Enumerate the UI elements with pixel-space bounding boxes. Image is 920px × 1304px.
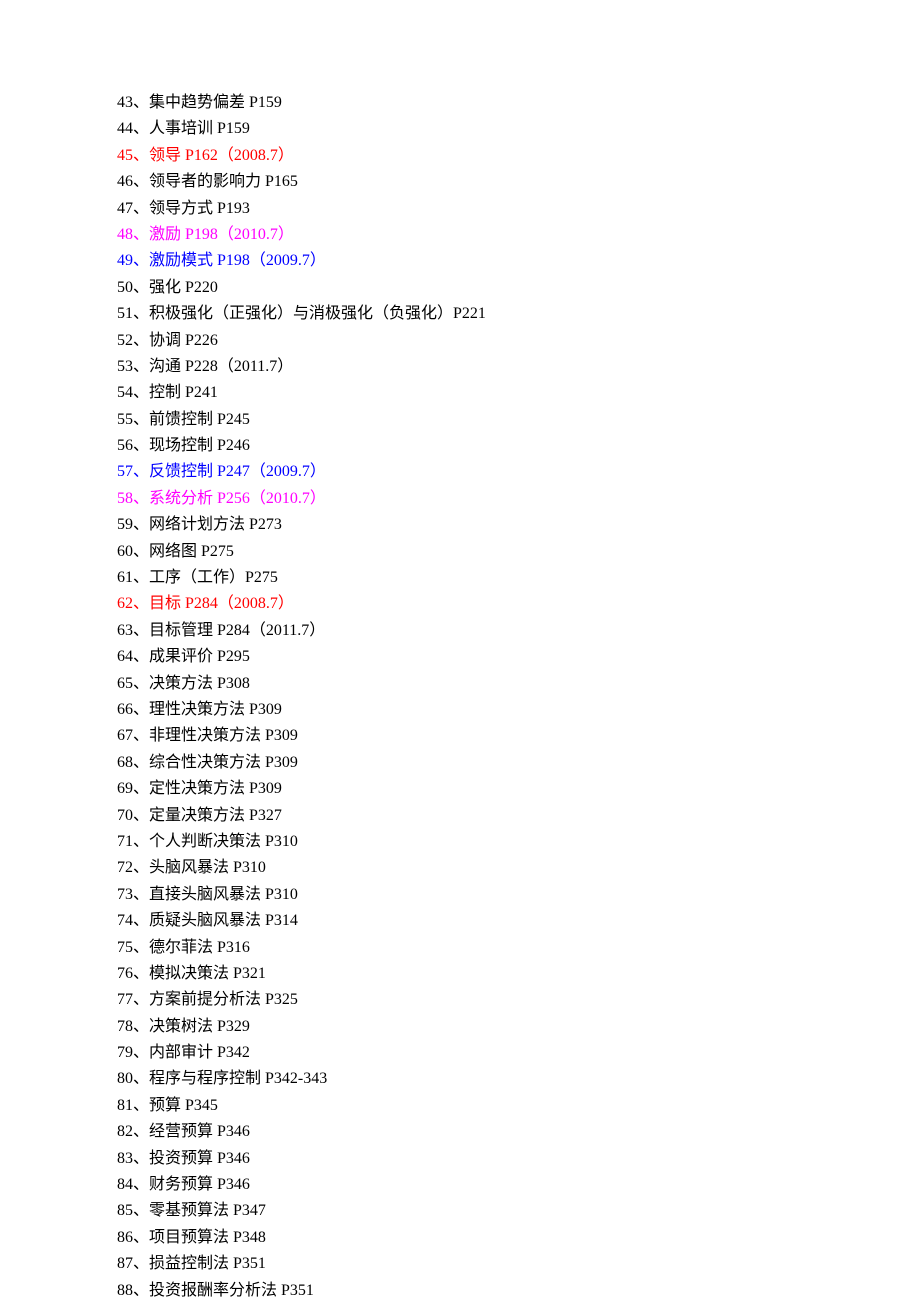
list-item: 59、网络计划方法 P273 bbox=[117, 512, 920, 538]
list-item: 88、投资报酬率分析法 P351 bbox=[117, 1278, 920, 1304]
list-item: 44、人事培训 P159 bbox=[117, 116, 920, 142]
list-item: 58、系统分析 P256（2010.7） bbox=[117, 486, 920, 512]
list-item: 72、头脑风暴法 P310 bbox=[117, 855, 920, 881]
list-item: 84、财务预算 P346 bbox=[117, 1172, 920, 1198]
list-item: 78、决策树法 P329 bbox=[117, 1014, 920, 1040]
list-item: 54、控制 P241 bbox=[117, 380, 920, 406]
list-item: 50、强化 P220 bbox=[117, 275, 920, 301]
list-item: 66、理性决策方法 P309 bbox=[117, 697, 920, 723]
list-item: 65、决策方法 P308 bbox=[117, 671, 920, 697]
list-item: 68、综合性决策方法 P309 bbox=[117, 750, 920, 776]
term-list: 43、集中趋势偏差 P15944、人事培训 P15945、领导 P162（200… bbox=[117, 90, 920, 1304]
list-item: 46、领导者的影响力 P165 bbox=[117, 169, 920, 195]
list-item: 60、网络图 P275 bbox=[117, 539, 920, 565]
list-item: 64、成果评价 P295 bbox=[117, 644, 920, 670]
list-item: 70、定量决策方法 P327 bbox=[117, 803, 920, 829]
list-item: 49、激励模式 P198（2009.7） bbox=[117, 248, 920, 274]
list-item: 77、方案前提分析法 P325 bbox=[117, 987, 920, 1013]
list-item: 83、投资预算 P346 bbox=[117, 1146, 920, 1172]
list-item: 61、工序（工作）P275 bbox=[117, 565, 920, 591]
list-item: 51、积极强化（正强化）与消极强化（负强化）P221 bbox=[117, 301, 920, 327]
list-item: 45、领导 P162（2008.7） bbox=[117, 143, 920, 169]
list-item: 48、激励 P198（2010.7） bbox=[117, 222, 920, 248]
list-item: 43、集中趋势偏差 P159 bbox=[117, 90, 920, 116]
list-item: 87、损益控制法 P351 bbox=[117, 1251, 920, 1277]
list-item: 53、沟通 P228（2011.7） bbox=[117, 354, 920, 380]
list-item: 76、模拟决策法 P321 bbox=[117, 961, 920, 987]
list-item: 80、程序与程序控制 P342-343 bbox=[117, 1066, 920, 1092]
list-item: 85、零基预算法 P347 bbox=[117, 1198, 920, 1224]
list-item: 57、反馈控制 P247（2009.7） bbox=[117, 459, 920, 485]
list-item: 71、个人判断决策法 P310 bbox=[117, 829, 920, 855]
list-item: 75、德尔菲法 P316 bbox=[117, 935, 920, 961]
list-item: 69、定性决策方法 P309 bbox=[117, 776, 920, 802]
list-item: 47、领导方式 P193 bbox=[117, 196, 920, 222]
list-item: 86、项目预算法 P348 bbox=[117, 1225, 920, 1251]
document-page: 43、集中趋势偏差 P15944、人事培训 P15945、领导 P162（200… bbox=[0, 0, 920, 1304]
list-item: 79、内部审计 P342 bbox=[117, 1040, 920, 1066]
list-item: 73、直接头脑风暴法 P310 bbox=[117, 882, 920, 908]
list-item: 62、目标 P284（2008.7） bbox=[117, 591, 920, 617]
list-item: 67、非理性决策方法 P309 bbox=[117, 723, 920, 749]
list-item: 52、协调 P226 bbox=[117, 328, 920, 354]
list-item: 55、前馈控制 P245 bbox=[117, 407, 920, 433]
list-item: 63、目标管理 P284（2011.7） bbox=[117, 618, 920, 644]
list-item: 82、经营预算 P346 bbox=[117, 1119, 920, 1145]
list-item: 74、质疑头脑风暴法 P314 bbox=[117, 908, 920, 934]
list-item: 56、现场控制 P246 bbox=[117, 433, 920, 459]
list-item: 81、预算 P345 bbox=[117, 1093, 920, 1119]
